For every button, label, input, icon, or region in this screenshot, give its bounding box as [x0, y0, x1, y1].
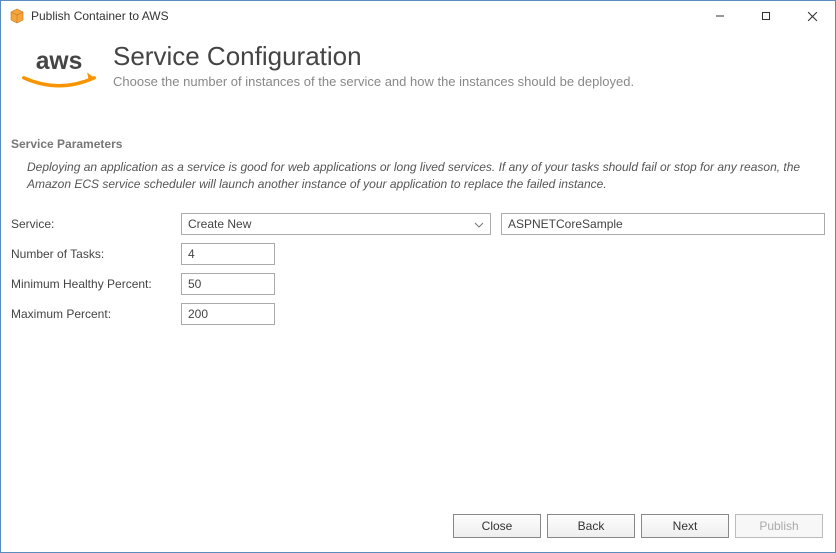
service-label: Service:	[11, 217, 181, 231]
next-button[interactable]: Next	[641, 514, 729, 538]
min-healthy-row: Minimum Healthy Percent:	[1, 269, 835, 299]
section-description: Deploying an application as a service is…	[1, 157, 835, 209]
svg-text:aws: aws	[36, 48, 83, 75]
tasks-row: Number of Tasks:	[1, 239, 835, 269]
service-name-input[interactable]	[501, 213, 825, 235]
close-button[interactable]: Close	[453, 514, 541, 538]
tasks-label: Number of Tasks:	[11, 247, 181, 261]
close-window-button[interactable]	[789, 1, 835, 31]
chevron-down-icon	[474, 217, 484, 231]
min-healthy-label: Minimum Healthy Percent:	[11, 277, 181, 291]
footer: Close Back Next Publish	[1, 508, 835, 552]
minimize-button[interactable]	[697, 1, 743, 31]
window-title: Publish Container to AWS	[31, 9, 697, 23]
aws-logo: aws	[15, 41, 103, 97]
max-percent-row: Maximum Percent:	[1, 299, 835, 329]
max-percent-label: Maximum Percent:	[11, 307, 181, 321]
max-percent-input[interactable]	[181, 303, 275, 325]
min-healthy-input[interactable]	[181, 273, 275, 295]
publish-button[interactable]: Publish	[735, 514, 823, 538]
header-text: Service Configuration Choose the number …	[113, 41, 634, 89]
service-select-value: Create New	[188, 217, 251, 231]
maximize-button[interactable]	[743, 1, 789, 31]
titlebar: Publish Container to AWS	[1, 1, 835, 31]
service-row: Service: Create New	[1, 209, 835, 239]
service-select[interactable]: Create New	[181, 213, 491, 235]
tasks-input[interactable]	[181, 243, 275, 265]
app-icon	[9, 8, 25, 24]
back-button[interactable]: Back	[547, 514, 635, 538]
page-header: aws Service Configuration Choose the num…	[1, 31, 835, 107]
page-subtitle: Choose the number of instances of the se…	[113, 74, 634, 89]
section-label: Service Parameters	[1, 107, 835, 157]
page-title: Service Configuration	[113, 41, 634, 72]
window-controls	[697, 1, 835, 31]
